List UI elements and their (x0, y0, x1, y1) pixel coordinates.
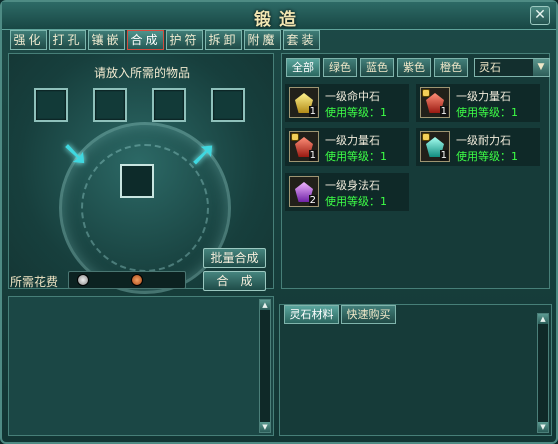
result-slot[interactable] (120, 164, 154, 198)
close-icon: ✕ (534, 7, 546, 23)
list-item[interactable]: 2 一级身法石 使用等级：1 (285, 173, 409, 211)
list-item[interactable]: 1 一级命中石 使用等级：1 (285, 84, 409, 122)
filter-all[interactable]: 全部 (286, 58, 320, 77)
tab-set[interactable]: 套装 (283, 30, 320, 50)
gem-icon: 2 (289, 176, 319, 207)
description-scrollbar[interactable]: ▲ ▼ (259, 299, 271, 433)
item-qty: 1 (439, 150, 448, 161)
filter-green[interactable]: 绿色 (323, 58, 357, 77)
material-slot-3[interactable] (152, 88, 186, 122)
gem-icon: 1 (289, 87, 319, 118)
list-item[interactable]: 1 一级力量石 使用等级：1 (285, 128, 409, 166)
tab-strengthen[interactable]: 强化 (10, 30, 47, 50)
close-button[interactable]: ✕ (530, 6, 550, 25)
item-level: 使用等级：1 (325, 106, 387, 119)
compose-button[interactable]: 合 成 (203, 271, 266, 291)
gem-icon: 1 (420, 87, 450, 118)
gem-icon: 1 (420, 131, 450, 162)
item-qty: 1 (308, 150, 317, 161)
item-name: 一级命中石 (325, 90, 380, 103)
item-name: 一级力量石 (456, 90, 511, 103)
tab-compose[interactable]: 合成 (127, 30, 164, 50)
item-qty: 1 (439, 106, 448, 117)
material-slot-2[interactable] (93, 88, 127, 122)
cost-bar (68, 271, 186, 289)
material-scrollbar[interactable]: ▲ ▼ (537, 313, 549, 433)
item-name: 一级力量石 (325, 134, 380, 147)
compose-prompt: 请放入所需的物品 (93, 66, 190, 80)
lock-icon (422, 133, 430, 141)
tab-amulet[interactable]: 护符 (166, 30, 203, 50)
item-level: 使用等级：1 (456, 106, 518, 119)
title-bar[interactable]: 锻造 ✕ (2, 2, 556, 30)
chevron-down-icon[interactable]: ▼ (533, 59, 549, 76)
item-level: 使用等级：1 (325, 195, 387, 208)
list-item[interactable]: 1 一级力量石 使用等级：1 (416, 84, 540, 122)
gem-icon: 1 (289, 131, 319, 162)
lock-icon (422, 89, 430, 97)
function-tabs: 强化 打孔 镶嵌 合成 护符 拆卸 附魔 套装 (10, 30, 320, 50)
tab-dismantle[interactable]: 拆卸 (205, 30, 242, 50)
batch-compose-button[interactable]: 批量合成 (203, 248, 266, 268)
item-name: 一级身法石 (325, 179, 380, 192)
cost-label: 所需花费 (10, 275, 59, 289)
arrow-right-icon: ➚ (189, 134, 218, 174)
silver-coin-icon (77, 274, 89, 286)
item-qty: 2 (308, 195, 317, 206)
category-select-value: 灵石 (479, 61, 501, 74)
arrow-left-icon: ➘ (61, 134, 90, 174)
tab-spirit-materials[interactable]: 灵石材料 (284, 305, 339, 324)
description-panel: ▲ ▼ (8, 296, 274, 436)
list-item[interactable]: 1 一级耐力石 使用等级：1 (416, 128, 540, 166)
scroll-up-icon[interactable]: ▲ (260, 300, 270, 310)
item-level: 使用等级：1 (456, 150, 518, 163)
material-slot-4[interactable] (211, 88, 245, 122)
scroll-down-icon[interactable]: ▼ (538, 422, 548, 432)
item-level: 使用等级：1 (325, 150, 387, 163)
scroll-up-icon[interactable]: ▲ (538, 314, 548, 324)
material-slot-1[interactable] (34, 88, 68, 122)
filter-blue[interactable]: 蓝色 (360, 58, 394, 77)
lock-icon (291, 133, 299, 141)
category-select[interactable]: 灵石 ▼ (474, 58, 550, 77)
scroll-down-icon[interactable]: ▼ (260, 422, 270, 432)
item-name: 一级耐力石 (456, 134, 511, 147)
tab-inlay[interactable]: 镶嵌 (88, 30, 125, 50)
item-qty: 1 (308, 106, 317, 117)
window-title: 锻造 (254, 10, 304, 30)
tab-enchant[interactable]: 附魔 (244, 30, 281, 50)
filter-orange[interactable]: 橙色 (434, 58, 468, 77)
tab-punch[interactable]: 打孔 (49, 30, 86, 50)
filter-purple[interactable]: 紫色 (397, 58, 431, 77)
tab-quick-buy[interactable]: 快速购买 (341, 305, 396, 324)
copper-coin-icon (131, 274, 143, 286)
